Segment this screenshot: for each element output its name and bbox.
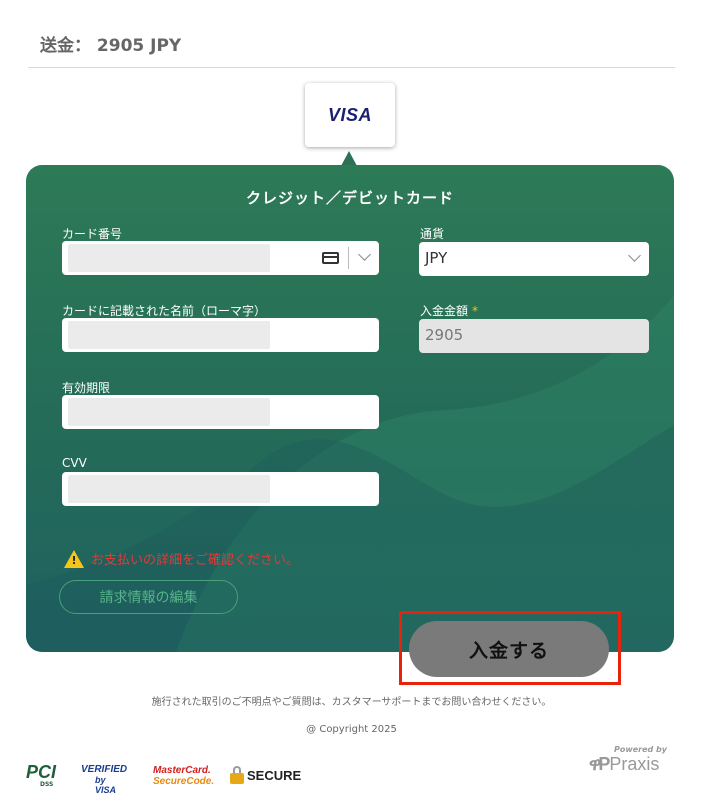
card-number-field[interactable]	[62, 241, 379, 275]
cardholder-name-label: カードに記載された名前（ローマ字）	[62, 304, 267, 318]
masked-value	[68, 244, 270, 272]
edit-billing-button[interactable]: 請求情報の編集	[59, 580, 238, 614]
lock-icon	[230, 766, 244, 784]
transfer-amount-text: 送金： 2905 JPY	[40, 36, 182, 56]
currency-label: 通貨	[420, 227, 445, 241]
divider	[348, 247, 349, 269]
cvv-label: CVV	[62, 456, 87, 470]
secure-badge: SECURE	[230, 766, 301, 784]
visa-logo: VISA	[327, 104, 372, 125]
chevron-down-icon[interactable]	[358, 248, 371, 261]
validation-warning: ! お支払いの詳細をご確認ください。	[64, 549, 299, 568]
expiry-field[interactable]	[62, 395, 379, 429]
support-notice: 施行された取引のご不明点やご質問は、カスタマーサポートまでお問い合わせください。	[151, 697, 552, 708]
expiry-label: 有効期限	[62, 381, 111, 395]
amount-label: 入金金額 *	[420, 302, 478, 319]
cvv-field[interactable]	[62, 472, 379, 506]
payment-form-panel: クレジット／デビットカード カード番号 カードに記載された名前（ローマ字） 有効…	[26, 165, 674, 652]
deposit-submit-button[interactable]: 入金する	[409, 621, 609, 677]
required-mark: *	[472, 304, 479, 318]
amount-label-text: 入金金額	[420, 304, 469, 318]
pci-dss-logo: PCI DSS	[26, 762, 57, 788]
masked-value	[68, 321, 270, 349]
amount-value: 2905	[425, 326, 464, 344]
masked-value	[68, 475, 270, 503]
warning-icon: !	[64, 549, 84, 568]
form-title: クレジット／デビットカード	[245, 189, 454, 207]
verified-by-visa-logo: VERIFIED by VISA	[81, 764, 128, 796]
cardholder-name-field[interactable]	[62, 318, 379, 352]
visa-card-option[interactable]: VISA	[305, 83, 395, 147]
header: 送金： 2905 JPY	[28, 0, 675, 68]
card-number-label: カード番号	[62, 227, 123, 241]
selection-pointer	[341, 151, 357, 166]
currency-select[interactable]: JPY	[419, 242, 649, 276]
warning-text: お支払いの詳細をご確認ください。	[91, 553, 300, 568]
credit-card-icon	[322, 252, 339, 264]
copyright: @ Copyright 2025	[306, 724, 397, 735]
currency-value: JPY	[425, 249, 448, 267]
powered-by-praxis-logo: Powered by ዋP Praxis	[589, 745, 667, 774]
amount-field: 2905	[419, 319, 649, 353]
mastercard-securecode-logo: MasterCard. SecureCode.	[153, 765, 215, 787]
chevron-down-icon	[628, 249, 641, 262]
masked-value	[68, 398, 270, 426]
